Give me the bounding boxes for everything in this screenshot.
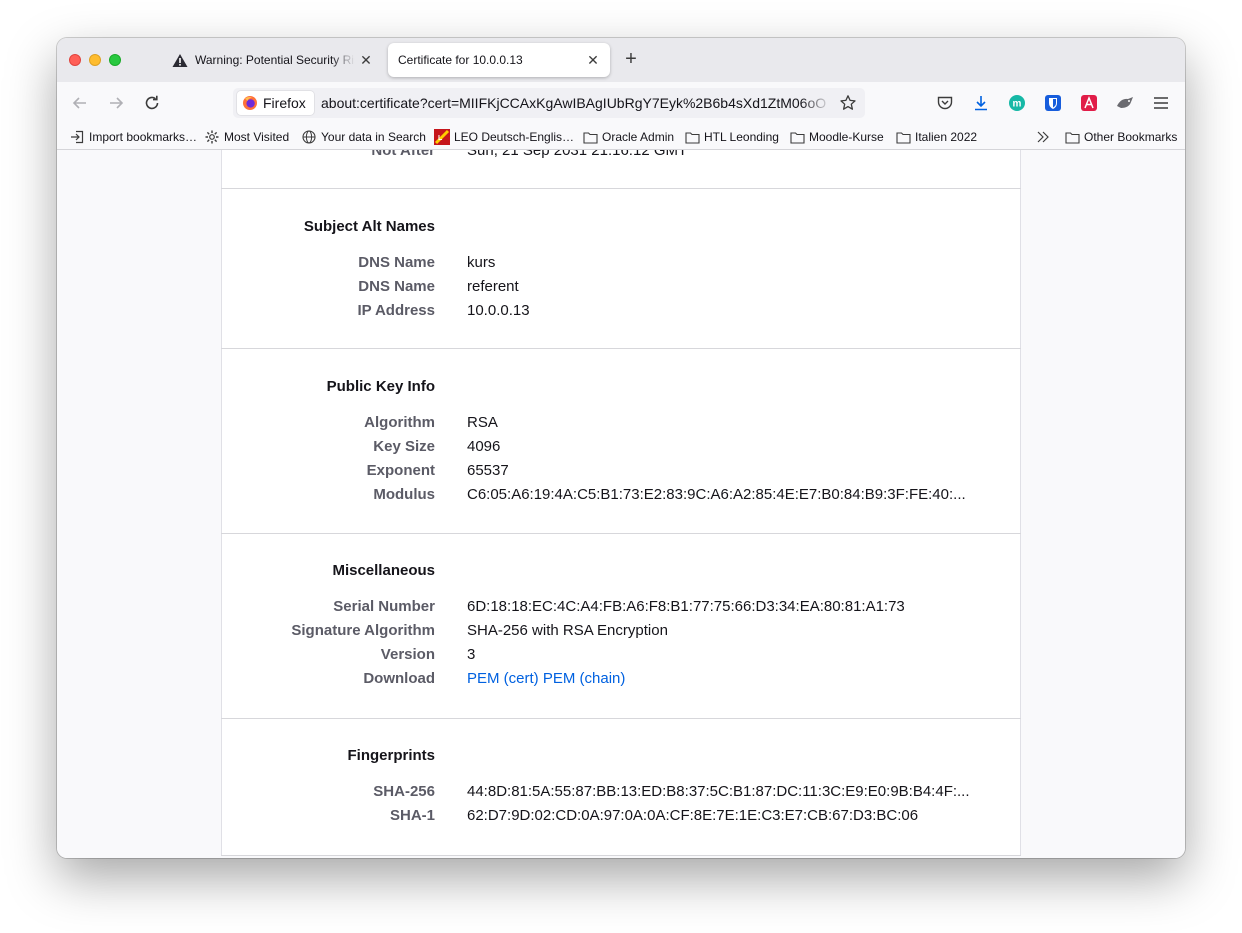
- miscellaneous-section: Miscellaneous Serial Number 6D:18:18:EC:…: [221, 534, 1021, 718]
- reload-button[interactable]: [139, 90, 165, 116]
- bitwarden-icon[interactable]: [1043, 93, 1063, 113]
- tab-certificate[interactable]: Certificate for 10.0.0.13 ✕: [388, 43, 610, 77]
- field-label: Modulus: [373, 486, 435, 503]
- section-title: Subject Alt Names: [303, 218, 435, 235]
- field-label: Version: [380, 646, 435, 663]
- field-value: 3: [467, 646, 476, 663]
- globe-icon: [301, 129, 317, 145]
- field-label: Key Size: [373, 438, 435, 455]
- bookmarks-overflow-button[interactable]: [1035, 128, 1055, 146]
- downloads-icon[interactable]: [971, 93, 991, 113]
- bookmark-import[interactable]: Import bookmarks…: [69, 128, 197, 146]
- field-label: Exponent: [366, 462, 435, 479]
- validity-section: Not After Sun, 21 Sep 2031 21:16:12 GMT: [221, 150, 1021, 188]
- tab-security-warning[interactable]: Warning: Potential Security Risk Ahead ✕: [161, 43, 383, 77]
- new-tab-button[interactable]: +: [620, 48, 642, 70]
- url-text[interactable]: about:certificate?cert=MIIFKjCCAxKgAwIBA…: [321, 95, 831, 111]
- tab-title: Certificate for 10.0.0.13: [398, 53, 523, 67]
- bookmark-folder-italien[interactable]: Italien 2022: [895, 128, 977, 146]
- download-links: PEM (cert) PEM (chain): [467, 670, 625, 687]
- folder-icon: [684, 129, 700, 145]
- bookmark-most-visited[interactable]: Most Visited: [204, 128, 289, 146]
- window-close-button[interactable]: [69, 54, 81, 66]
- pocket-icon[interactable]: [935, 93, 955, 113]
- bookmark-folder-moodle[interactable]: Moodle-Kurse: [789, 128, 884, 146]
- subject-alt-names-section: Subject Alt Names DNS Name kurs DNS Name…: [221, 189, 1021, 348]
- bookmark-leo[interactable]: L LEO Deutsch-Englis…: [434, 128, 574, 146]
- window-minimize-button[interactable]: [89, 54, 101, 66]
- extension-bird-icon[interactable]: [1115, 93, 1135, 113]
- pem-cert-link[interactable]: PEM (cert): [467, 670, 539, 687]
- folder-icon: [1064, 129, 1080, 145]
- identity-label: Firefox: [263, 95, 306, 111]
- section-title: Miscellaneous: [332, 562, 435, 579]
- leo-icon: L: [434, 129, 450, 145]
- warning-icon: [171, 52, 189, 68]
- field-value: 10.0.0.13: [467, 302, 530, 319]
- close-tab-icon[interactable]: ✕: [582, 52, 604, 69]
- menu-icon[interactable]: [1151, 93, 1171, 113]
- url-bar[interactable]: Firefox about:certificate?cert=MIIFKjCCA…: [233, 88, 865, 118]
- svg-text:m: m: [1013, 99, 1022, 110]
- section-title: Fingerprints: [347, 747, 435, 764]
- pem-chain-link[interactable]: PEM (chain): [543, 670, 626, 687]
- extension-m-icon[interactable]: m: [1007, 93, 1027, 113]
- field-label: Download: [363, 670, 435, 687]
- modulus-value[interactable]: C6:05:A6:19:4A:C5:B1:73:E2:83:9C:A6:A2:8…: [467, 486, 966, 503]
- folder-icon: [789, 129, 805, 145]
- field-label: SHA-1: [389, 807, 435, 824]
- import-icon: [69, 129, 85, 145]
- window-maximize-button[interactable]: [109, 54, 121, 66]
- divider: [221, 855, 1021, 856]
- folder-icon: [895, 129, 911, 145]
- field-value: 6D:18:18:EC:4C:A4:FB:A6:F8:B1:77:75:66:D…: [467, 598, 905, 615]
- firefox-logo-icon: [243, 96, 257, 110]
- folder-icon: [582, 129, 598, 145]
- certificate-viewer: Not After Sun, 21 Sep 2031 21:16:12 GMT …: [57, 150, 1185, 858]
- gear-icon: [204, 129, 220, 145]
- field-label: Algorithm: [364, 414, 435, 431]
- section-title: Public Key Info: [326, 378, 435, 395]
- bookmark-your-data[interactable]: Your data in Search: [301, 128, 426, 146]
- back-button[interactable]: [67, 90, 93, 116]
- back-arrow-icon: [72, 97, 86, 109]
- field-value: 65537: [467, 462, 509, 479]
- field-label: IP Address: [357, 302, 435, 319]
- bookmark-folder-oracle[interactable]: Oracle Admin: [582, 128, 674, 146]
- sha1-value: 62:D7:9D:02:CD:0A:97:0A:0A:CF:8E:7E:1E:C…: [467, 807, 919, 824]
- bookmark-star-icon[interactable]: [839, 94, 857, 112]
- tab-strip: Warning: Potential Security Risk Ahead ✕…: [57, 38, 1185, 82]
- field-label: Not After: [371, 150, 435, 159]
- extension-a-icon[interactable]: [1079, 93, 1099, 113]
- reload-icon: [145, 95, 159, 110]
- forward-arrow-icon: [110, 97, 124, 109]
- tab-title: Warning: Potential Security Risk Ahead: [195, 53, 355, 67]
- forward-button[interactable]: [103, 90, 129, 116]
- fingerprints-section: Fingerprints SHA-256 44:8D:81:5A:55:87:B…: [221, 719, 1021, 855]
- bookmark-folder-other[interactable]: Other Bookmarks: [1064, 128, 1177, 146]
- close-tab-icon[interactable]: ✕: [355, 52, 377, 69]
- field-label: SHA-256: [373, 783, 435, 800]
- bookmark-folder-htl[interactable]: HTL Leonding: [684, 128, 779, 146]
- public-key-info-section: Public Key Info Algorithm RSA Key Size 4…: [221, 349, 1021, 533]
- field-label: Signature Algorithm: [291, 622, 435, 639]
- chevron-double-right-icon: [1035, 129, 1051, 145]
- field-value: 4096: [467, 438, 501, 455]
- svg-text:L: L: [438, 135, 443, 142]
- field-value: SHA-256 with RSA Encryption: [467, 622, 668, 639]
- browser-window: Warning: Potential Security Risk Ahead ✕…: [57, 38, 1185, 858]
- bookmarks-toolbar: Import bookmarks… Most Visited Your data…: [57, 124, 1185, 150]
- sha256-value[interactable]: 44:8D:81:5A:55:87:BB:13:ED:B8:37:5C:B1:8…: [467, 783, 970, 800]
- field-value: referent: [467, 278, 519, 295]
- nav-bar: Firefox about:certificate?cert=MIIFKjCCA…: [57, 82, 1185, 124]
- identity-box[interactable]: Firefox: [237, 91, 314, 115]
- field-value: RSA: [467, 414, 498, 431]
- field-label: DNS Name: [358, 254, 435, 271]
- field-label: DNS Name: [358, 278, 435, 295]
- field-label: Serial Number: [333, 598, 435, 615]
- field-value: kurs: [467, 254, 496, 271]
- field-value: Sun, 21 Sep 2031 21:16:12 GMT: [467, 150, 688, 159]
